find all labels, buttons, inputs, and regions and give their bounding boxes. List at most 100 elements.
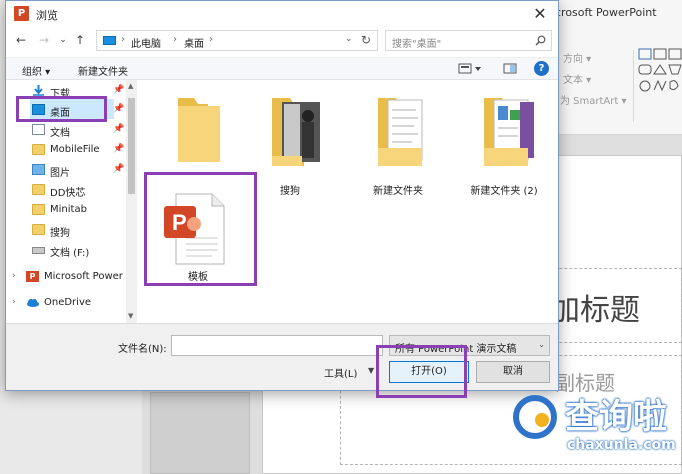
folder-icon	[32, 184, 45, 195]
nav-item-label: DD快芯	[50, 188, 86, 199]
breadcrumb-this-pc[interactable]: 此电脑	[131, 35, 161, 50]
nav-item-microsoft-powerpoint[interactable]: › P Microsoft Power	[6, 267, 124, 287]
nav-item-onedrive[interactable]: › OneDrive	[6, 293, 124, 313]
pin-icon: 📌	[113, 104, 125, 114]
download-arrow-icon	[33, 85, 44, 96]
new-folder-button[interactable]: 新建文件夹	[78, 63, 128, 78]
nav-item-label: Minitab	[50, 204, 87, 215]
search-icon[interactable]	[535, 35, 546, 46]
highlight-open-button	[376, 345, 467, 398]
breadcrumb-desktop[interactable]: 桌面	[184, 35, 204, 50]
back-button[interactable]: ←	[14, 33, 28, 47]
ribbon-align-text[interactable]: 文本 ▾	[563, 71, 591, 86]
file-name: 新建文件夹 (2)	[470, 186, 538, 197]
nav-item-label: 文档	[50, 128, 70, 139]
view-options-icon[interactable]	[458, 62, 482, 76]
ribbon-separator	[633, 50, 634, 122]
filename-label: 文件名(N):	[118, 344, 167, 355]
nav-item-label: 搜狗	[50, 228, 70, 239]
command-toolbar: 组织 ▾ 新建文件夹 ?	[6, 57, 558, 80]
dialog-footer: 文件名(N): ⌄ 所有 PowerPoint 演示文稿 ⌄ 工具(L) ▼ 打…	[6, 323, 558, 390]
pin-icon: 📌	[113, 85, 125, 95]
filename-input[interactable]	[171, 335, 383, 356]
recent-locations-button[interactable]: ⌄	[56, 33, 70, 47]
photo-folder-icon	[272, 98, 320, 166]
watermark-brand: 查询啦	[565, 397, 667, 437]
tools-dropdown-icon[interactable]: ▼	[368, 366, 374, 375]
cancel-button[interactable]: 取消	[476, 361, 550, 383]
ribbon-convert-smartart[interactable]: 为 SmartArt ▾	[560, 92, 627, 107]
folder-icon	[178, 98, 220, 162]
address-dropdown-icon[interactable]: ⌄	[345, 34, 353, 44]
documents-icon	[32, 124, 45, 135]
shapes-gallery[interactable]	[638, 48, 682, 100]
nav-item-mobilefile[interactable]: MobileFile 📌	[6, 140, 124, 160]
folder-icon	[32, 204, 45, 215]
search-placeholder: 搜索"桌面"	[392, 39, 442, 50]
dialog-titlebar[interactable]: P 浏览 ✕	[6, 1, 558, 27]
organize-button[interactable]: 组织 ▾	[22, 63, 50, 78]
highlight-template-file	[144, 172, 257, 286]
pin-icon: 📌	[113, 164, 125, 174]
file-item-new-folder-2[interactable]: 新建文件夹 (2)	[458, 90, 550, 200]
ribbon-text-direction[interactable]: 方向 ▾	[563, 50, 591, 65]
address-bar[interactable]: › 此电脑 › 桌面 › ⌄ ↻	[96, 30, 378, 51]
expand-chevron-icon[interactable]: ›	[12, 297, 16, 307]
watermark-domain: chaxunla.com	[567, 437, 676, 453]
search-box[interactable]: 搜索"桌面"	[385, 30, 552, 51]
highlight-desktop	[16, 96, 107, 122]
chevron-down-icon: ⌄	[538, 340, 545, 349]
expand-chevron-icon[interactable]: ›	[12, 271, 16, 281]
drive-icon	[32, 247, 45, 254]
refresh-icon[interactable]: ↻	[361, 33, 371, 47]
this-pc-icon	[103, 36, 116, 45]
breadcrumb-separator[interactable]: ›	[173, 34, 177, 45]
folder-icon	[32, 144, 45, 155]
forward-button[interactable]: →	[37, 33, 51, 47]
nav-item-label: 文档 (F:)	[50, 248, 90, 259]
nav-item-documents[interactable]: 文档 📌	[6, 120, 124, 140]
watermark-dot	[535, 413, 549, 427]
preview-pane-icon[interactable]	[503, 62, 517, 76]
breadcrumb-separator[interactable]: ›	[209, 34, 213, 45]
powerpoint-icon: P	[26, 271, 39, 282]
watermark-logo-icon	[513, 395, 557, 439]
scroll-down-icon[interactable]: ▼	[128, 312, 133, 320]
nav-item-drive-f[interactable]: 文档 (F:)	[6, 240, 124, 260]
nav-item-sogou[interactable]: 搜狗	[6, 220, 124, 240]
onedrive-cloud-icon	[27, 299, 39, 307]
dialog-title: 浏览	[36, 9, 58, 22]
scroll-up-icon[interactable]: ▲	[128, 82, 133, 90]
file-name: 新建文件夹	[373, 186, 423, 197]
nav-item-label: OneDrive	[44, 297, 92, 308]
tools-button[interactable]: 工具(L)	[324, 365, 357, 380]
document-folder-icon	[484, 98, 534, 166]
file-item-sogou[interactable]: 搜狗	[244, 90, 336, 200]
powerpoint-title: crosoft PowerPoint	[555, 6, 657, 19]
navigation-bar: ← → ⌄ ↑ › 此电脑 › 桌面 › ⌄ ↻ 搜索"桌面"	[6, 27, 558, 55]
pictures-icon	[32, 164, 45, 175]
slide-thumbnail[interactable]	[150, 392, 250, 474]
file-item-new-folder[interactable]: 新建文件夹	[352, 90, 444, 200]
pin-icon: 📌	[113, 124, 125, 134]
nav-item-label: 图片	[50, 168, 70, 179]
breadcrumb-separator[interactable]: ›	[121, 34, 125, 45]
watermark: 查询啦 chaxunla.com	[495, 387, 682, 474]
up-button[interactable]: ↑	[73, 33, 87, 47]
nav-item-label: MobileFile	[50, 144, 100, 155]
nav-item-dd[interactable]: DD快芯	[6, 180, 124, 200]
help-icon[interactable]: ?	[534, 61, 549, 76]
nav-item-label: Microsoft Power	[44, 271, 123, 282]
nav-item-pictures[interactable]: 图片 📌	[6, 160, 124, 180]
scroll-thumb[interactable]	[128, 98, 135, 194]
folder-icon	[32, 224, 45, 235]
close-button[interactable]: ✕	[530, 4, 550, 24]
file-name: 搜狗	[280, 186, 300, 197]
browse-dialog: P 浏览 ✕ ← → ⌄ ↑ › 此电脑 › 桌面 › ⌄ ↻ 搜索"桌面" 组…	[5, 0, 559, 391]
pin-icon: 📌	[113, 144, 125, 154]
title-placeholder-text: 加标题	[550, 293, 640, 328]
document-folder-icon	[378, 98, 423, 166]
nav-item-minitab[interactable]: Minitab	[6, 200, 124, 220]
nav-scrollbar[interactable]: ▲ ▼	[126, 80, 137, 323]
powerpoint-app-icon: P	[14, 6, 29, 21]
